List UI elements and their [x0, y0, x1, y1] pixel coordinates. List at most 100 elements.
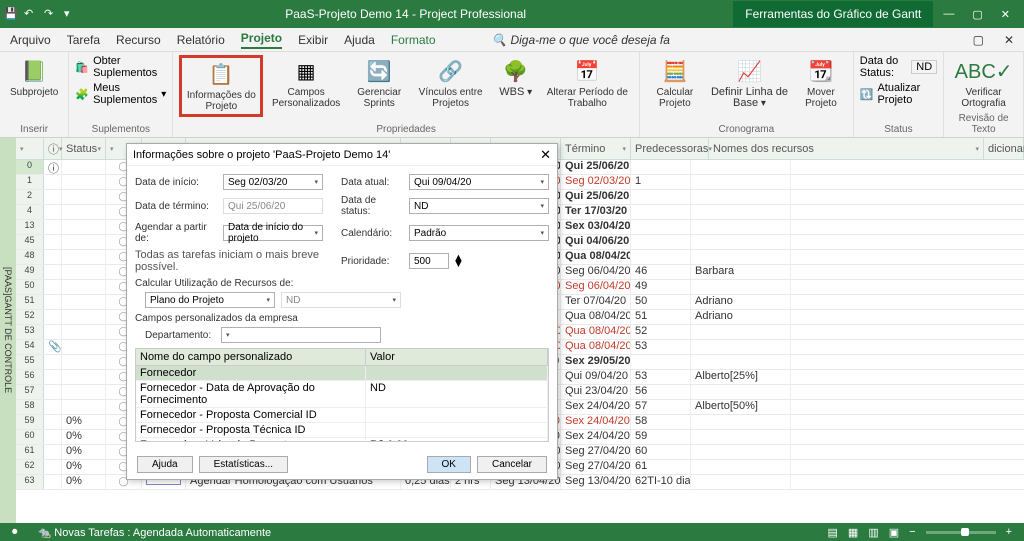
data-inicio-field[interactable]: Seg 02/03/20: [223, 174, 323, 190]
menu-relatorio[interactable]: Relatório: [177, 33, 225, 47]
menu-tarefa[interactable]: Tarefa: [67, 33, 100, 47]
verificar-ortografia-button[interactable]: ABC✓ Verificar Ortografia: [950, 55, 1017, 111]
col-header-rownum[interactable]: [16, 138, 44, 159]
mover-projeto-button[interactable]: 📆 Mover Projeto: [795, 55, 847, 111]
label: WBS ▾: [499, 87, 532, 98]
label: Alterar Período de Trabalho: [546, 87, 629, 109]
gerenciar-sprints-button[interactable]: 🔄 Gerenciar Sprints: [349, 55, 410, 111]
titlebar: 💾 ↶ ↷ ▾ PaaS-Projeto Demo 14 - Project P…: [0, 0, 1024, 28]
view-3-icon[interactable]: ▥: [868, 526, 878, 539]
prioridade-field[interactable]: 500: [409, 253, 449, 269]
estatisticas-button[interactable]: Estatísticas...: [199, 456, 288, 473]
alterar-periodo-button[interactable]: 📅 Alterar Período de Trabalho: [542, 55, 633, 111]
group-label: Propriedades: [179, 122, 633, 137]
ef-row[interactable]: Fornecedor - Valor da PropostaR$ 0,00: [136, 438, 548, 442]
calendario-field[interactable]: Padrão: [409, 225, 549, 241]
tell-me-search[interactable]: 🔍 Diga-me o que você deseja fa: [492, 33, 670, 47]
subprojeto-button[interactable]: 📗 Subprojeto: [6, 55, 62, 100]
ok-button[interactable]: OK: [427, 456, 471, 473]
spellcheck-icon: ABC✓: [970, 57, 998, 85]
context-tab[interactable]: Ferramentas do Gráfico de Gantt: [733, 1, 933, 27]
dialog-header: Informações sobre o projeto 'PaaS-Projet…: [127, 144, 557, 166]
obter-suplementos-button[interactable]: 🛍️Obter Suplementos: [75, 55, 166, 79]
departamento-label: Departamento:: [145, 330, 215, 341]
zoom-out-icon[interactable]: −: [909, 526, 915, 538]
minimize-icon[interactable]: —: [943, 8, 954, 21]
status-icon: ⏺: [12, 526, 18, 539]
zoom-in-icon[interactable]: +: [1006, 526, 1012, 538]
ef-header-name[interactable]: Nome do campo personalizado: [136, 349, 366, 365]
dialog-close-icon[interactable]: ✕: [540, 147, 551, 163]
cancelar-button[interactable]: Cancelar: [477, 456, 547, 473]
informacoes-projeto-label: Informações do Projeto: [186, 90, 256, 112]
store-icon: 🛍️: [75, 61, 89, 74]
wbs-button[interactable]: 🌳 WBS ▾: [492, 55, 540, 100]
agendar-label: Agendar a partir de:: [135, 222, 219, 244]
col-header-recursos[interactable]: Nomes dos recursos: [709, 138, 984, 159]
agendar-field[interactable]: Data de início do projeto: [223, 225, 323, 241]
ribbon-group-status: Data do Status: ND 🔃Atualizar Projeto St…: [854, 52, 944, 137]
col-header-termino[interactable]: Término: [561, 138, 631, 159]
leftbar-view-label[interactable]: [PAAS]GANTT DE CONTROLE: [0, 138, 16, 523]
col-header-add[interactable]: dicionar: [984, 138, 1024, 159]
label: Definir Linha de Base ▾: [710, 87, 789, 109]
maximize-icon[interactable]: ▢: [972, 8, 982, 21]
project-info-icon: 📋: [207, 60, 235, 88]
calculate-icon: 🧮: [661, 57, 689, 85]
undo-icon[interactable]: ↶: [24, 7, 38, 21]
menu-ajuda[interactable]: Ajuda: [344, 33, 375, 47]
data-atual-field[interactable]: Qui 09/04/20: [409, 174, 549, 190]
menu-recurso[interactable]: Recurso: [116, 33, 161, 47]
save-icon[interactable]: 💾: [4, 7, 18, 21]
links-icon: 🔗: [437, 57, 465, 85]
atualizar-projeto-button[interactable]: 🔃Atualizar Projeto: [860, 82, 937, 106]
campos-personalizados-button[interactable]: ▦ Campos Personalizados: [265, 55, 346, 111]
group-label: Suplementos: [75, 122, 166, 137]
ribbon-display-icon[interactable]: ▢: [973, 33, 984, 47]
menubar: Arquivo Tarefa Recurso Relatório Projeto…: [0, 28, 1024, 52]
baseline-icon: 📈: [735, 57, 763, 85]
menu-arquivo[interactable]: Arquivo: [10, 33, 51, 47]
search-icon: 🔍: [492, 33, 507, 47]
agendar-hint: Todas as tarefas iniciam o mais breve po…: [135, 249, 335, 273]
view-2-icon[interactable]: ▦: [848, 526, 858, 539]
ef-row[interactable]: Fornecedor - Data de Aprovação do Fornec…: [136, 381, 548, 408]
view-4-icon[interactable]: ▣: [889, 526, 899, 539]
ajuda-button[interactable]: Ajuda: [137, 456, 193, 473]
label: Gerenciar Sprints: [353, 87, 406, 109]
departamento-field[interactable]: [221, 327, 381, 343]
vinculos-projetos-button[interactable]: 🔗 Vínculos entre Projetos: [412, 55, 490, 111]
calcular-projeto-button[interactable]: 🧮 Calcular Projeto: [646, 55, 704, 111]
project-info-dialog: Informações sobre o projeto 'PaaS-Projet…: [126, 143, 558, 480]
zoom-slider[interactable]: [926, 531, 996, 534]
ribbon-group-cronograma: 🧮 Calcular Projeto 📈 Definir Linha de Ba…: [640, 52, 854, 137]
plano-projeto-field[interactable]: Plano do Projeto: [145, 292, 275, 308]
data-status-field[interactable]: ND: [409, 198, 549, 214]
definir-linha-base-button[interactable]: 📈 Definir Linha de Base ▾: [706, 55, 793, 111]
status-text: 🐀 Novas Tarefas : Agendada Automaticamen…: [38, 526, 272, 539]
subprojeto-label: Subprojeto: [10, 87, 58, 98]
ef-row[interactable]: Fornecedor: [136, 366, 548, 381]
view-gantt-icon[interactable]: ▤: [828, 526, 838, 539]
col-header-info[interactable]: ⓘ: [44, 138, 62, 159]
menu-formato[interactable]: Formato: [391, 33, 436, 47]
qat-dropdown-icon[interactable]: ▾: [64, 7, 78, 21]
data-atual-label: Data atual:: [341, 177, 405, 188]
label: Calcular Projeto: [650, 87, 700, 109]
calendar-icon: 📅: [573, 57, 601, 85]
redo-icon[interactable]: ↷: [44, 7, 58, 21]
ef-row[interactable]: Fornecedor - Proposta Comercial ID: [136, 408, 548, 423]
menu-exibir[interactable]: Exibir: [298, 33, 328, 47]
informacoes-projeto-button[interactable]: 📋 Informações do Projeto: [179, 55, 263, 117]
label: Campos Personalizados: [269, 87, 342, 109]
meus-suplementos-button[interactable]: 🧩Meus Suplementos ▾: [75, 82, 166, 106]
ef-row[interactable]: Fornecedor - Proposta Técnica ID: [136, 423, 548, 438]
calcular-label: Calcular Utilização de Recursos de:: [135, 278, 549, 289]
col-header-status[interactable]: Status: [62, 138, 106, 159]
close-icon[interactable]: ✕: [1001, 8, 1010, 21]
close-window-icon[interactable]: ✕: [1004, 33, 1014, 47]
col-header-predecessoras[interactable]: Predecessoras: [631, 138, 709, 159]
spin-down-icon[interactable]: ▼: [453, 261, 464, 267]
ef-header-value[interactable]: Valor: [366, 349, 548, 365]
menu-projeto[interactable]: Projeto: [241, 31, 282, 49]
